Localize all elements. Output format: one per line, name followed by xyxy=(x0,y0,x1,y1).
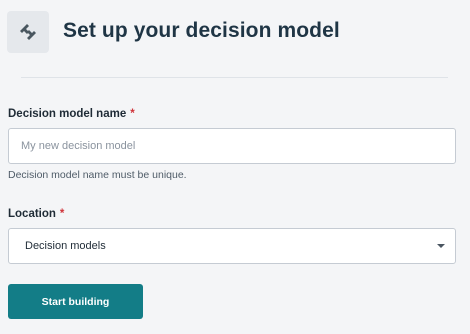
decision-model-name-help-text: Decision model name must be unique. xyxy=(8,169,187,181)
location-label-text: Location xyxy=(8,208,56,220)
header-divider xyxy=(21,77,448,78)
required-marker: * xyxy=(130,108,135,120)
decision-model-icon xyxy=(20,24,36,40)
header-icon-tile xyxy=(7,11,49,53)
location-select[interactable]: Decision models xyxy=(8,228,456,264)
decision-model-name-label: Decision model name * xyxy=(8,108,135,120)
start-building-button[interactable]: Start building xyxy=(8,284,143,319)
decision-model-name-input[interactable] xyxy=(8,128,456,164)
location-select-value: Decision models xyxy=(25,240,106,252)
decision-model-name-label-text: Decision model name xyxy=(8,108,127,120)
page-title: Set up your decision model xyxy=(63,19,340,42)
required-marker: * xyxy=(59,208,65,220)
location-label: Location * xyxy=(8,208,64,220)
chevron-down-icon xyxy=(437,244,445,248)
